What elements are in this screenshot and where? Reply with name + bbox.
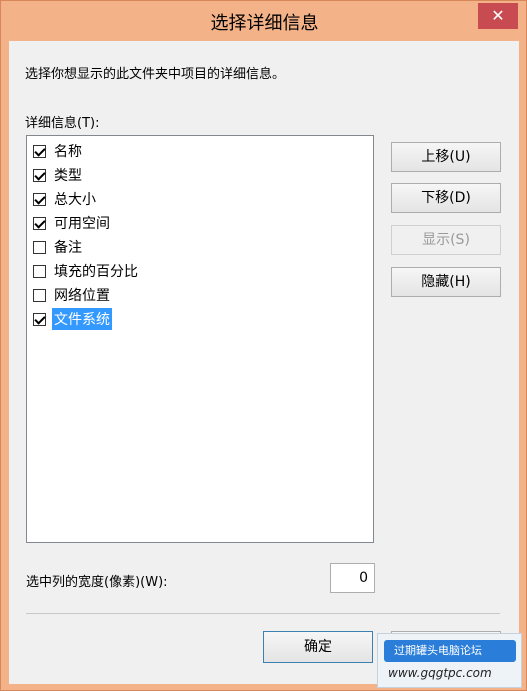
title-bar: 选择详细信息 ✕ — [1, 1, 527, 41]
divider — [26, 613, 500, 614]
hide-button[interactable]: 隐藏(H) — [391, 267, 501, 297]
close-icon: ✕ — [491, 6, 505, 25]
checkbox-checked[interactable] — [33, 192, 46, 206]
checkbox-checked[interactable] — [33, 168, 46, 182]
column-width-input[interactable]: 0 — [330, 563, 375, 593]
watermark-badge: 过期罐头电脑论坛 — [384, 640, 516, 662]
dialog-body: 选择你想显示的此文件夹中项目的详细信息。 详细信息(T): 名称 类型 总大小 … — [9, 41, 519, 684]
list-item-comments[interactable]: 备注 — [33, 236, 84, 258]
watermark: 过期罐头电脑论坛 www.gqgtpc.com — [377, 633, 522, 688]
ok-button[interactable]: 确定 — [263, 631, 373, 663]
list-item-percent-full[interactable]: 填充的百分比 — [33, 260, 140, 282]
move-down-button[interactable]: 下移(D) — [391, 183, 501, 213]
checkbox-checked[interactable] — [33, 216, 46, 230]
list-item-free-space[interactable]: 可用空间 — [33, 212, 112, 234]
list-item-label: 备注 — [54, 240, 82, 256]
checkbox-checked[interactable] — [33, 144, 46, 158]
checkbox-unchecked[interactable] — [33, 264, 46, 278]
details-list[interactable]: 名称 类型 总大小 可用空间 备注 填充的百分比 网络位置 文件系统 — [26, 135, 374, 543]
window-title: 选择详细信息 — [210, 13, 319, 34]
dialog-window: 选择详细信息 ✕ 选择你想显示的此文件夹中项目的详细信息。 详细信息(T): 名… — [0, 0, 527, 691]
watermark-url: www.gqgtpc.com — [388, 666, 492, 680]
list-item-name[interactable]: 名称 — [33, 140, 84, 162]
list-item-label: 类型 — [54, 168, 82, 184]
column-width-label: 选中列的宽度(像素)(W): — [26, 575, 168, 590]
list-item-total-size[interactable]: 总大小 — [33, 188, 98, 210]
list-item-file-system[interactable]: 文件系统 — [33, 308, 112, 330]
checkbox-unchecked[interactable] — [33, 288, 46, 302]
checkbox-unchecked[interactable] — [33, 240, 46, 254]
close-button[interactable]: ✕ — [478, 3, 518, 29]
list-item-type[interactable]: 类型 — [33, 164, 84, 186]
description-text: 选择你想显示的此文件夹中项目的详细信息。 — [25, 67, 286, 82]
move-up-button[interactable]: 上移(U) — [391, 142, 501, 172]
list-item-label: 总大小 — [54, 192, 96, 208]
list-item-label: 可用空间 — [54, 216, 110, 232]
list-item-label: 名称 — [54, 144, 82, 160]
show-button[interactable]: 显示(S) — [391, 225, 501, 255]
list-item-label-selected: 文件系统 — [52, 308, 112, 330]
list-item-network-location[interactable]: 网络位置 — [33, 284, 112, 306]
details-list-label: 详细信息(T): — [25, 116, 100, 131]
list-item-label: 填充的百分比 — [54, 264, 138, 280]
list-item-label: 网络位置 — [54, 288, 110, 304]
checkbox-checked[interactable] — [33, 312, 46, 326]
